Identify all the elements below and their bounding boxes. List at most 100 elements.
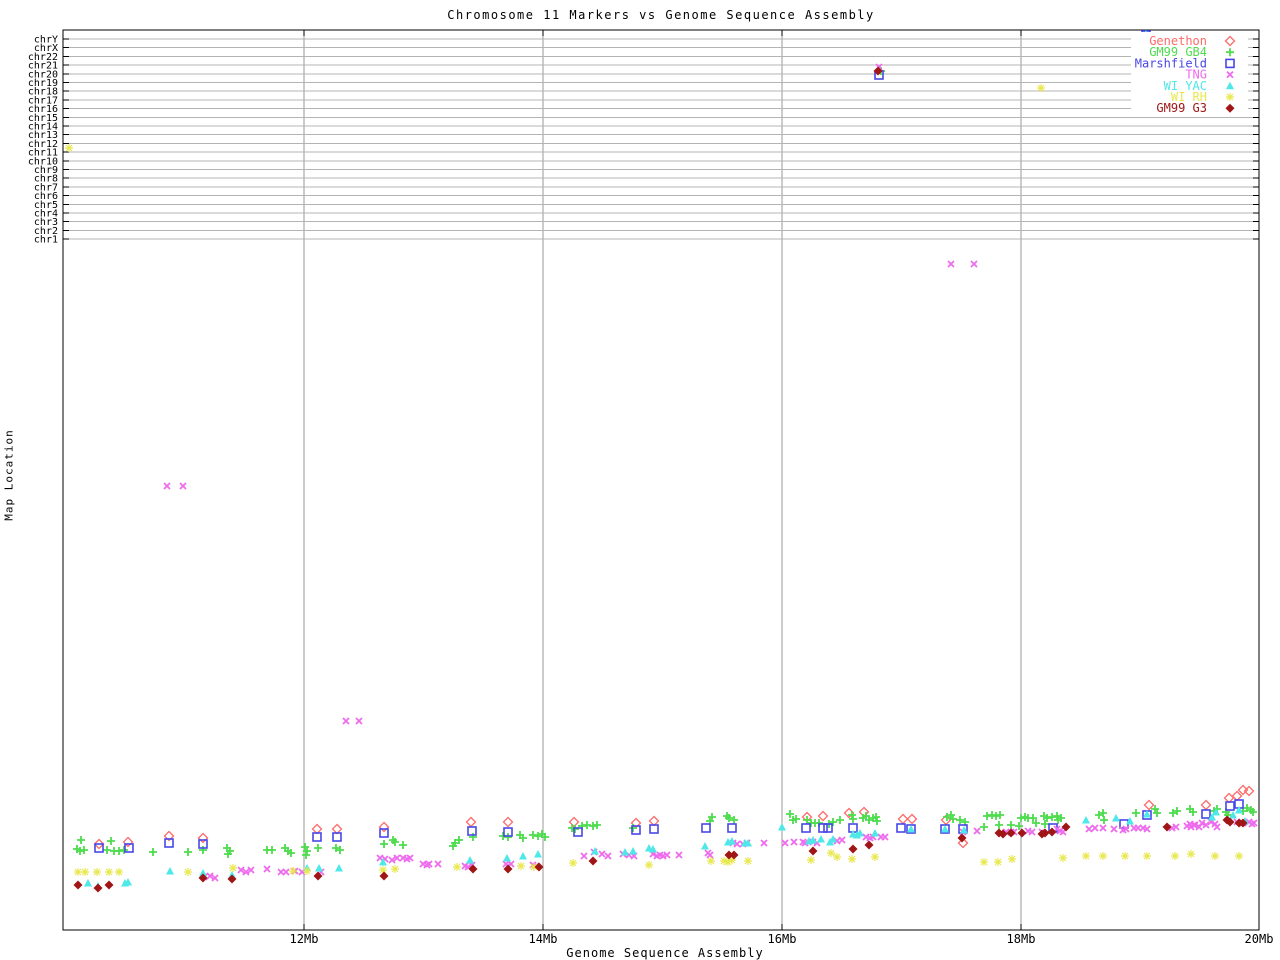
marker-wi-rh [1008,855,1016,863]
marker-gm99-gb4 [1100,816,1108,824]
marker-gm99-g3 [588,856,598,866]
marker-wi-yac [335,864,343,872]
marker-marshfield [823,823,833,833]
marker-wi-rh [1037,84,1045,92]
marker-tng [881,833,889,841]
marker-gm99-gb4 [995,821,1003,829]
marker-wi-rh [1082,852,1090,860]
marker-gm99-gb4 [314,844,322,852]
marker-marshfield [701,823,711,833]
marker-wi-rh [833,853,841,861]
marker-wi-rh [1171,852,1179,860]
plot-frame [62,29,1260,931]
marker-wi-yac [1082,816,1090,824]
marker-tng [970,260,978,268]
marker-gm99-gb4 [983,812,991,820]
marker-tng [1110,825,1118,833]
marker-gm99-gb4 [1132,809,1140,817]
marker-gm99-gb4 [583,821,591,829]
plot-canvas: Chromosome 11 Markers vs Genome Sequence… [0,0,1280,960]
marker-tng [580,852,588,860]
marker-wi-rh [81,868,89,876]
marker-wi-rh [65,144,73,152]
marker-gm99-g3 [1061,822,1071,832]
marker-tng [1091,824,1099,832]
marker-tng [434,860,442,868]
marker-tng [355,717,363,725]
legend-marker-icon [1226,93,1234,101]
marker-wi-yac [629,847,637,855]
marker-wi-rh [1187,850,1195,858]
marker-tng [760,839,768,847]
marker-wi-rh [848,855,856,863]
marker-wi-yac [84,879,92,887]
marker-gm99-gb4 [103,846,111,854]
marker-wi-rh [229,864,237,872]
marker-wi-yac [621,848,629,856]
marker-marshfield [801,823,811,833]
marker-marshfield [1225,801,1235,811]
marker-gm99-gb4 [184,848,192,856]
marker-wi-yac [817,835,825,843]
marker-gm99-gb4 [529,831,537,839]
marker-genethon [197,832,209,844]
marker-wi-rh [1121,852,1129,860]
marker-wi-rh [1211,852,1219,860]
marker-tng [598,850,606,858]
marker-wi-rh [994,858,1002,866]
x-tick-label: 20Mb [1245,932,1274,946]
marker-wi-yac [534,850,542,858]
marker-gm99-g3 [104,880,114,890]
marker-wi-yac [1235,806,1243,814]
marker-gm99-gb4 [1017,814,1025,822]
marker-wi-rh [303,867,311,875]
marker-marshfield [379,828,389,838]
marker-wi-yac [1112,814,1120,822]
marker-tng [604,852,612,860]
marker-gm99-gb4 [115,847,123,855]
marker-marshfield [727,823,737,833]
marker-wi-yac [941,825,949,833]
marker-tng [973,827,981,835]
marker-gm99-gb4 [149,848,157,856]
marker-genethon [1223,792,1235,804]
marker-tng [263,865,271,873]
marker-gm99-gb4 [268,846,276,854]
marker-wi-rh [391,865,399,873]
marker-tng [706,851,714,859]
marker-gm99-gb4 [996,811,1004,819]
marker-genethon [1200,799,1212,811]
marker-wi-yac [466,856,474,864]
marker-tng [282,868,290,876]
marker-wi-rh [289,867,297,875]
marker-wi-rh [1059,854,1067,862]
x-tick-label: 16Mb [768,932,797,946]
marker-wi-yac [519,852,527,860]
marker-gm99-gb4 [992,812,1000,820]
marker-genethon [502,816,514,828]
legend-label: GM99 G3 [1156,101,1207,115]
x-tick-label: 12Mb [290,932,319,946]
marker-wi-rh [980,858,988,866]
marker-wi-rh [93,868,101,876]
marker-genethon [906,813,918,825]
marker-gm99-gb4 [593,821,601,829]
marker-wi-rh [453,863,461,871]
marker-gm99-gb4 [836,816,844,824]
marker-wi-rh [1235,852,1243,860]
marker-wi-rh [827,849,835,857]
marker-gm99-gb4 [988,811,996,819]
marker-gm99-g3 [227,874,237,884]
marker-wi-rh [517,862,525,870]
marker-genethon [1231,790,1243,802]
marker-gm99-gb4 [380,840,388,848]
marker-gm99-gb4 [77,836,85,844]
marker-wi-yac [166,867,174,875]
marker-wi-yac [907,825,915,833]
marker-gm99-gb4 [504,833,512,841]
marker-wi-rh [871,853,879,861]
marker-wi-rh [74,868,82,876]
marker-gm99-gb4 [302,851,310,859]
marker-wi-yac [778,823,786,831]
marker-gm99-gb4 [589,822,597,830]
